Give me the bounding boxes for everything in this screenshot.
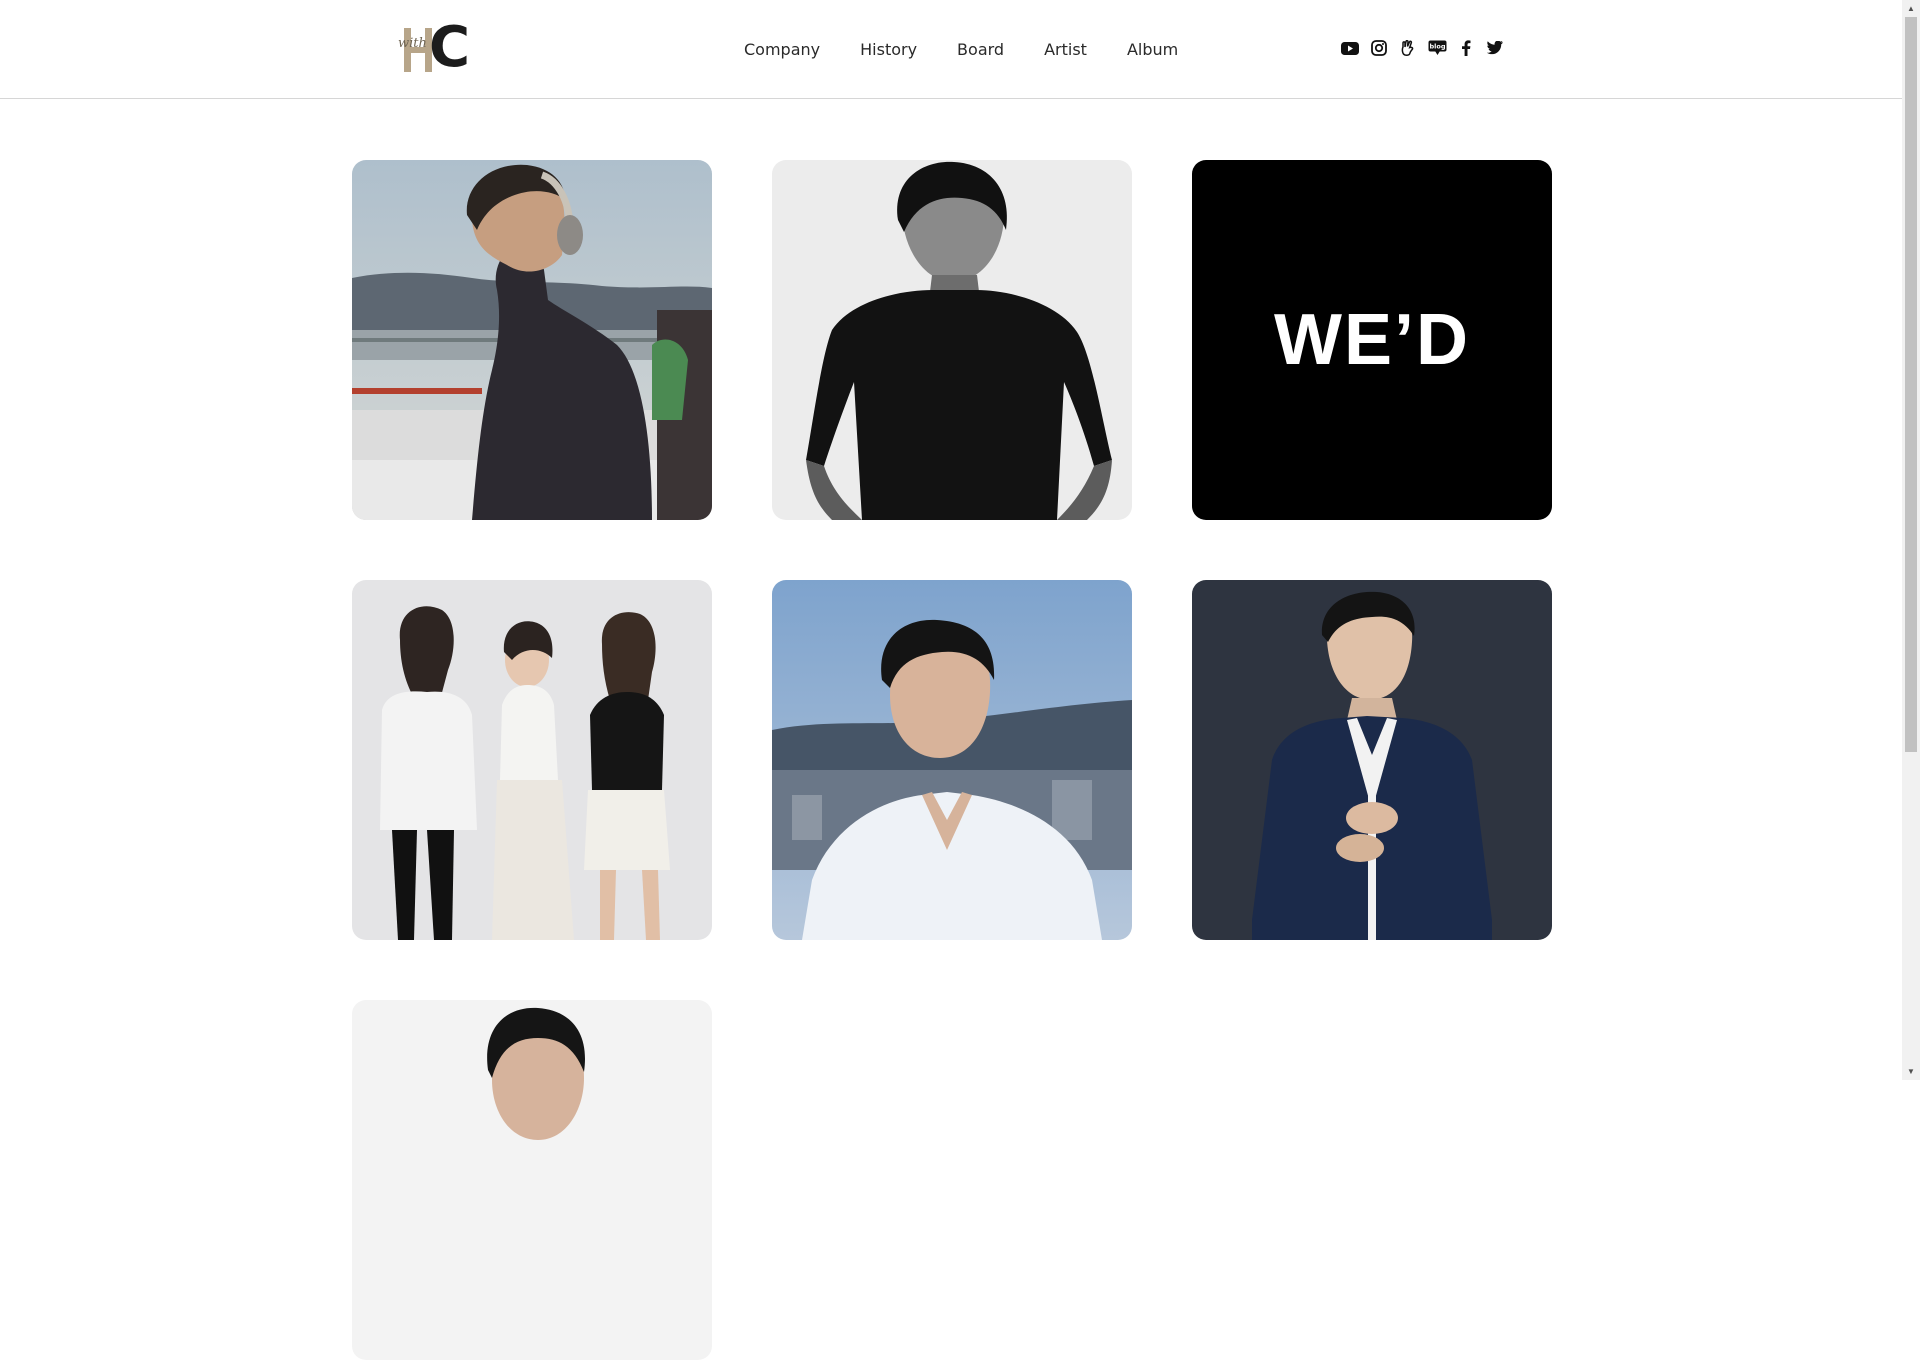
artist-card-5[interactable]	[772, 580, 1132, 940]
nav-board[interactable]: Board	[957, 38, 1004, 62]
social-links: blog	[1340, 38, 1514, 58]
wed-logo-text: WE’D	[1274, 300, 1470, 380]
facebook-icon[interactable]	[1456, 38, 1476, 58]
scroll-down-arrow-icon[interactable]: ▼	[1902, 1063, 1920, 1080]
artist-card-4[interactable]	[352, 580, 712, 940]
youtube-icon[interactable]	[1340, 38, 1360, 58]
blog-icon[interactable]: blog	[1427, 38, 1447, 58]
blog-icon-label: blog	[1429, 43, 1445, 51]
logo-script-text: with	[398, 36, 427, 51]
site-header: with C Company History Board Artist Albu…	[0, 0, 1902, 99]
artist-card-2[interactable]	[772, 160, 1132, 520]
artist-photo-1	[352, 160, 712, 520]
scroll-up-arrow-icon[interactable]: ▲	[1902, 0, 1920, 17]
artist-photo-2	[772, 160, 1132, 520]
artist-card-7[interactable]	[352, 1000, 712, 1360]
twitter-icon[interactable]	[1485, 38, 1505, 58]
nav-company[interactable]: Company	[744, 38, 820, 62]
nav-album[interactable]: Album	[1127, 38, 1178, 62]
artist-photo-4	[352, 580, 712, 940]
artist-photo-7	[352, 1000, 712, 1360]
artist-photo-6	[1192, 580, 1552, 940]
nav-history[interactable]: History	[860, 38, 917, 62]
instagram-icon[interactable]	[1369, 38, 1389, 58]
artist-card-1[interactable]	[352, 160, 712, 520]
logo-letter: C	[429, 15, 471, 80]
cafe-icon[interactable]	[1398, 38, 1418, 58]
artist-photo-5	[772, 580, 1132, 940]
scrollbar[interactable]: ▲ ▼	[1902, 0, 1920, 1080]
main-nav: Company History Board Artist Album	[744, 38, 1218, 62]
nav-artist[interactable]: Artist	[1044, 38, 1087, 62]
artist-card-3[interactable]: WE’D	[1192, 160, 1552, 520]
scroll-thumb[interactable]	[1905, 17, 1917, 752]
site-logo[interactable]: with C	[396, 18, 488, 78]
artist-card-6[interactable]	[1192, 580, 1552, 940]
